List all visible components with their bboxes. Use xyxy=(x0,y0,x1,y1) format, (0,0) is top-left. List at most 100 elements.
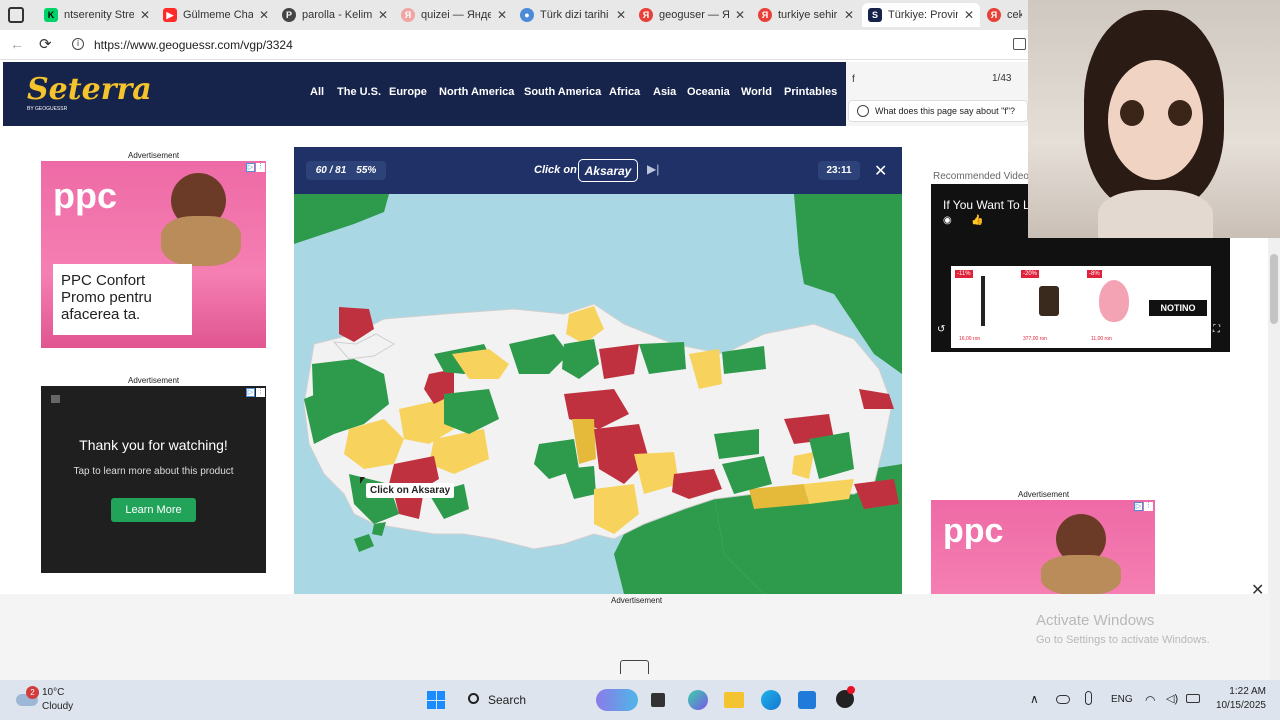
sponge-shape xyxy=(1099,280,1129,322)
tab-title: ntserenity Stre xyxy=(64,9,134,21)
find-count: 1/43 xyxy=(992,73,1012,84)
province-corum-red[interactable] xyxy=(599,344,639,379)
tab-favicon-icon: ● xyxy=(520,8,534,22)
close-tab-icon[interactable]: ✕ xyxy=(140,8,150,22)
refresh-icon[interactable]: ⟳ xyxy=(39,35,52,53)
weather-widget[interactable]: 2 10°C Cloudy xyxy=(14,684,94,716)
clock-time[interactable]: 1:22 AM xyxy=(1222,686,1266,697)
nav-europe[interactable]: Europe xyxy=(389,86,427,98)
show-hidden-icons[interactable]: ∧ xyxy=(1030,692,1039,706)
product-2: -20% 377,00 ron xyxy=(1019,268,1077,346)
views-icon: ◉ xyxy=(943,215,952,226)
browser-tab[interactable]: ● Türk dizi tarihi ✕ xyxy=(514,3,632,27)
windows-start-icon[interactable] xyxy=(427,691,445,709)
find-input[interactable]: f xyxy=(852,74,855,85)
ppc-ad-right[interactable]: ppc ▷ ⋮ xyxy=(931,500,1155,594)
browser-tab[interactable]: P parolla - Kelim ✕ xyxy=(276,3,394,27)
browser-tab[interactable]: Я geoguser — Я ✕ xyxy=(633,3,751,27)
ad-text: Promo pentru xyxy=(61,289,152,306)
browser-tab-active[interactable]: S Türkiye: Provin ✕ xyxy=(862,3,980,27)
browser-tab[interactable]: Я turkiye sehir ta ✕ xyxy=(752,3,860,27)
timer: 23:11 xyxy=(818,161,860,180)
split-screen-icon[interactable] xyxy=(1013,38,1026,50)
browser-tab[interactable]: ▶ Gülmeme Chall ✕ xyxy=(157,3,275,27)
nav-asia[interactable]: Asia xyxy=(653,86,676,98)
nav-world[interactable]: World xyxy=(741,86,772,98)
ad-text-box: PPC Confort Promo pentru afacerea ta. xyxy=(53,264,192,335)
browser-tab[interactable]: Я cek b xyxy=(981,3,1028,27)
store-icon[interactable] xyxy=(798,691,816,709)
onedrive-icon[interactable] xyxy=(1056,695,1070,704)
close-tab-icon[interactable]: ✕ xyxy=(378,8,388,22)
close-tab-icon[interactable]: ✕ xyxy=(964,8,974,22)
clock-date[interactable]: 10/15/2025 xyxy=(1206,700,1266,711)
ad-info-icon[interactable]: ▷ xyxy=(1134,502,1143,511)
ad-label: Advertisement xyxy=(128,151,180,160)
nav-us[interactable]: The U.S. xyxy=(337,86,381,98)
back-icon[interactable]: ← xyxy=(10,36,24,52)
nav-north-america[interactable]: North America xyxy=(439,86,514,98)
close-tab-icon[interactable]: ✕ xyxy=(259,8,269,22)
browser-tab[interactable]: Я quizei — Янде ✕ xyxy=(395,3,513,27)
replay-icon[interactable]: ↺ xyxy=(937,324,945,335)
notino-banner[interactable]: -11% 16,00 ron -20% 377,00 ron -8% 11,00… xyxy=(951,266,1211,348)
ppc-logo: ppc xyxy=(943,512,1004,550)
close-ad-icon[interactable]: ✕ xyxy=(1251,580,1264,600)
video-end-ad[interactable]: ▷ ⋮ Thank you for watching! Tap to learn… xyxy=(41,386,266,573)
ad-mini-icon xyxy=(51,395,60,403)
tab-favicon-icon: K xyxy=(44,8,58,22)
close-tab-icon[interactable]: ✕ xyxy=(616,8,626,22)
ad-close-icon[interactable]: ⋮ xyxy=(256,163,265,172)
taskbar-search[interactable]: Search xyxy=(458,686,588,714)
nav-printables[interactable]: Printables xyxy=(784,86,837,98)
doll-body-shape xyxy=(1098,190,1213,238)
find-suggestion[interactable]: What does this page say about "f"? xyxy=(848,100,1028,122)
ppc-ad[interactable]: ppc ▷ ⋮ PPC Confort Promo pentru afacere… xyxy=(41,161,266,348)
nav-all[interactable]: All xyxy=(310,86,324,98)
learn-more-button[interactable]: Learn More xyxy=(111,498,196,522)
close-game-icon[interactable]: ✕ xyxy=(874,161,887,181)
copilot-icon[interactable] xyxy=(596,689,638,711)
skip-icon[interactable]: ▶| xyxy=(647,162,659,176)
fullscreen-icon[interactable]: ⛶ xyxy=(1213,324,1220,335)
ad-label: Advertisement xyxy=(1018,490,1070,499)
file-explorer-icon[interactable] xyxy=(724,692,744,708)
seterra-logo[interactable]: Seterra xyxy=(27,72,152,107)
tab-favicon-icon: Я xyxy=(758,8,772,22)
edge-icon[interactable] xyxy=(761,690,781,710)
scrollbar-thumb[interactable] xyxy=(1270,254,1278,324)
province-artvin-red[interactable] xyxy=(859,389,894,409)
ad-close-icon[interactable]: ⋮ xyxy=(256,388,265,397)
app-icon[interactable] xyxy=(836,686,855,708)
close-tab-icon[interactable]: ✕ xyxy=(844,8,854,22)
webcam-overlay xyxy=(1028,0,1280,238)
edge-beta-icon[interactable] xyxy=(688,690,708,710)
close-tab-icon[interactable]: ✕ xyxy=(497,8,507,22)
battery-icon[interactable] xyxy=(1186,694,1200,703)
island-1 xyxy=(354,534,374,552)
browser-tab[interactable]: K ntserenity Stre ✕ xyxy=(38,3,156,27)
ad-text: afacerea ta. xyxy=(61,306,141,323)
volume-icon[interactable]: ◁) xyxy=(1166,692,1178,705)
microphone-icon[interactable] xyxy=(1085,691,1092,705)
nav-south-america[interactable]: South America xyxy=(524,86,601,98)
nav-africa[interactable]: Africa xyxy=(609,86,640,98)
ad-info-icon[interactable]: ▷ xyxy=(246,163,255,172)
site-info-icon[interactable]: i xyxy=(72,38,84,50)
language-indicator[interactable]: ENG xyxy=(1111,694,1133,705)
ad-info-icon[interactable]: ▷ xyxy=(246,388,255,397)
wifi-icon[interactable]: ◠ xyxy=(1145,693,1155,707)
task-view-icon[interactable] xyxy=(651,693,665,707)
turkey-map[interactable] xyxy=(294,194,902,594)
search-icon xyxy=(468,693,479,704)
tab-title: geoguser — Я xyxy=(659,9,729,21)
close-tab-icon[interactable]: ✕ xyxy=(735,8,745,22)
province-elazig-green[interactable] xyxy=(714,429,759,459)
tab-actions-icon[interactable] xyxy=(8,7,24,23)
ad-dog-shape xyxy=(161,216,241,266)
nav-oceania[interactable]: Oceania xyxy=(687,86,730,98)
url-field[interactable]: i https://www.geoguessr.com/vgp/3324 xyxy=(68,34,1028,56)
tab-title: quizei — Янде xyxy=(421,9,491,21)
doll-eye-left xyxy=(1120,100,1144,126)
ad-close-icon[interactable]: ⋮ xyxy=(1144,502,1153,511)
